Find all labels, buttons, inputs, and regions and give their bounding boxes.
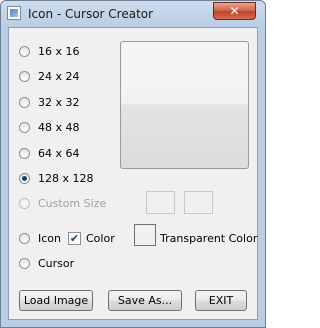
size-option-32[interactable]: 32 x 32 [19,94,80,110]
load-image-button[interactable]: Load Image [19,290,93,311]
size-label-128: 128 x 128 [38,171,94,185]
window-title: Icon - Cursor Creator [28,7,154,21]
size-option-64[interactable]: 64 x 64 [19,145,80,161]
app-window: Icon - Cursor Creator ✕ 16 x 16 24 x 24 … [0,0,266,328]
icon-radio-label: Icon [38,231,61,245]
size-option-custom: Custom Size [19,195,106,211]
size-label-64: 64 x 64 [38,146,80,160]
icon-radio[interactable] [19,232,30,244]
size-radio-64[interactable] [19,147,30,159]
close-button[interactable]: ✕ [213,2,256,20]
custom-size-radio [19,197,30,209]
size-radio-128[interactable] [19,172,30,184]
color-checkbox-label: Color [86,231,115,245]
app-icon [7,6,21,20]
size-label-16: 16 x 16 [38,44,80,58]
size-radio-16[interactable] [19,45,30,57]
custom-size-label: Custom Size [38,196,107,210]
client-area: 16 x 16 24 x 24 32 x 32 48 x 48 64 x 64 … [8,27,258,320]
size-radio-32[interactable] [19,96,30,108]
type-option-icon[interactable]: Icon [19,230,61,246]
size-label-48: 48 x 48 [38,120,80,134]
custom-height-input [184,191,213,214]
custom-width-input [146,191,175,214]
transparent-color-label: Transparent Color [160,232,258,245]
cursor-radio[interactable] [19,257,30,269]
color-checkbox[interactable]: ✔ [68,231,81,245]
size-option-128[interactable]: 128 x 128 [19,170,94,186]
title-bar: Icon - Cursor Creator ✕ [1,1,265,27]
transparent-color-swatch[interactable] [134,224,156,246]
size-label-24: 24 x 24 [38,69,80,83]
save-as-button[interactable]: Save As... [108,290,182,311]
size-radio-24[interactable] [19,70,30,82]
cursor-radio-label: Cursor [38,256,75,270]
size-option-48[interactable]: 48 x 48 [19,119,80,135]
exit-button[interactable]: EXIT [195,290,247,311]
size-radio-48[interactable] [19,121,30,133]
type-option-cursor[interactable]: Cursor [19,255,74,271]
color-option[interactable]: ✔ Color [68,230,115,246]
size-label-32: 32 x 32 [38,95,80,109]
image-preview [120,41,249,169]
size-option-16[interactable]: 16 x 16 [19,43,80,59]
size-option-24[interactable]: 24 x 24 [19,68,80,84]
